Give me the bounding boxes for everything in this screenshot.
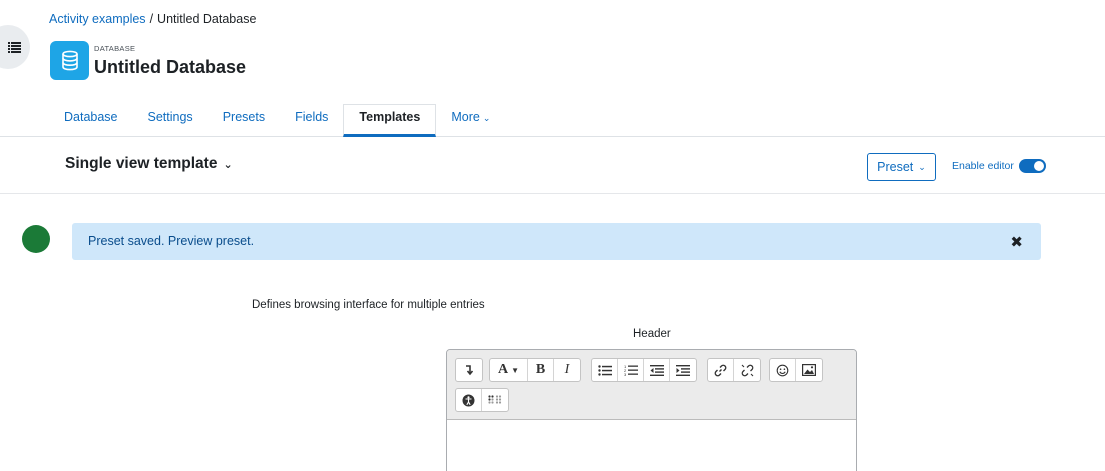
status-indicator	[22, 225, 50, 253]
toggle-knob	[1034, 161, 1044, 171]
link-icon[interactable]	[708, 359, 734, 381]
template-selector[interactable]: Single view template ⌄	[65, 155, 233, 173]
tab-database[interactable]: Database	[49, 104, 133, 137]
editor-toolbar: A ▼ B I 123	[447, 350, 856, 420]
toolbar-group-media	[769, 358, 823, 382]
header-editor: A ▼ B I 123	[446, 349, 857, 471]
alert-message: Preset saved. Preview preset.	[88, 234, 255, 248]
paragraph-style-button[interactable]: A ▼	[490, 359, 528, 381]
screenreader-helper-icon[interactable]	[482, 389, 508, 411]
list-icon	[7, 41, 21, 53]
section-divider	[0, 193, 1105, 194]
notification-alert: Preset saved. Preview preset. ✖	[72, 223, 1041, 260]
breadcrumb-parent-link[interactable]: Activity examples	[49, 12, 146, 26]
emoji-icon[interactable]	[770, 359, 796, 381]
indent-icon[interactable]	[670, 359, 696, 381]
unlink-icon[interactable]	[734, 359, 760, 381]
unordered-list-icon[interactable]	[592, 359, 618, 381]
enable-editor-label[interactable]: Enable editor	[952, 160, 1014, 172]
tab-more[interactable]: More ⌄	[436, 104, 505, 137]
show-more-buttons-icon[interactable]	[456, 359, 482, 381]
outdent-icon[interactable]	[644, 359, 670, 381]
svg-text:3: 3	[624, 372, 627, 376]
editor-content-area[interactable]	[447, 420, 856, 471]
secondary-navigation: Database Settings Presets Fields Templat…	[49, 104, 505, 137]
caret-down-icon: ▼	[511, 365, 520, 375]
tab-fields[interactable]: Fields	[280, 104, 343, 137]
breadcrumb: Activity examples / Untitled Database	[49, 12, 256, 26]
tab-presets[interactable]: Presets	[208, 104, 280, 137]
breadcrumb-current: Untitled Database	[157, 12, 257, 26]
tab-settings[interactable]: Settings	[133, 104, 208, 137]
template-description: Defines browsing interface for multiple …	[252, 299, 485, 311]
close-icon[interactable]: ✖	[1010, 233, 1023, 251]
image-icon[interactable]	[796, 359, 822, 381]
toolbar-group-links	[707, 358, 761, 382]
chevron-down-icon: ⌄	[223, 159, 233, 171]
italic-button[interactable]: I	[554, 359, 580, 381]
tab-templates[interactable]: Templates	[343, 104, 437, 137]
page-kicker: DATABASE	[94, 44, 136, 53]
course-index-toggle[interactable]	[0, 25, 30, 69]
preset-button[interactable]: Preset ⌄	[867, 153, 936, 181]
font-style-label: A	[497, 362, 509, 377]
template-selector-label: Single view template	[65, 155, 218, 172]
accessibility-checker-icon[interactable]	[456, 389, 482, 411]
toolbar-group-accessibility	[455, 388, 509, 412]
header-section-label: Header	[633, 328, 671, 340]
toolbar-group-lists: 123	[591, 358, 697, 382]
ordered-list-icon[interactable]: 123	[618, 359, 644, 381]
breadcrumb-separator: /	[149, 12, 154, 26]
enable-editor-toggle[interactable]	[1019, 159, 1046, 173]
tab-more-label: More	[451, 110, 480, 124]
toolbar-group-style: A ▼ B I	[489, 358, 581, 382]
chevron-down-icon: ⌄	[918, 161, 926, 172]
toolbar-group-collapse	[455, 358, 483, 382]
bold-button[interactable]: B	[528, 359, 554, 381]
preset-button-label: Preset	[877, 160, 914, 174]
database-icon	[50, 41, 89, 80]
chevron-down-icon: ⌄	[482, 113, 491, 123]
page-title: Untitled Database	[94, 57, 247, 77]
